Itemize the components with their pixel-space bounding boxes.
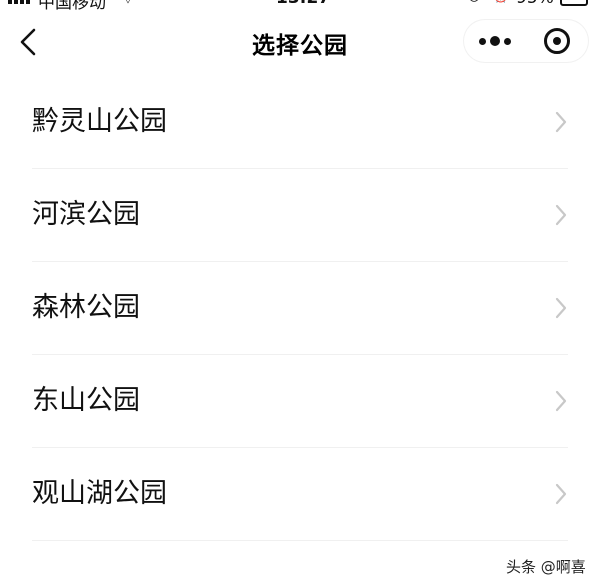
nav-bar: 选择公园 — [0, 8, 600, 74]
park-name: 东山公园 — [32, 385, 140, 416]
park-name: 黔灵山公园 — [32, 106, 167, 137]
chevron-right-icon — [555, 204, 567, 226]
park-name: 森林公园 — [32, 292, 140, 323]
park-list: 黔灵山公园 河滨公园 森林公园 东山公园 观山湖公园 — [32, 76, 568, 541]
rotation-lock-icon: ◎ — [468, 0, 480, 4]
more-button[interactable] — [464, 20, 526, 62]
battery-percent: 95% — [516, 0, 554, 8]
status-time: 13:27 — [276, 0, 330, 8]
signal-icon — [8, 0, 30, 4]
park-list-item[interactable]: 河滨公园 — [32, 169, 568, 262]
park-list-item[interactable]: 黔灵山公园 — [32, 76, 568, 169]
park-list-item[interactable]: 森林公园 — [32, 262, 568, 355]
park-list-item[interactable]: 观山湖公园 — [32, 448, 568, 541]
more-dots-icon — [479, 37, 486, 45]
status-bar: 中国移动 ⌔ 13:27 ◎ ⏰ 95% — [0, 0, 600, 13]
alarm-icon: ⏰ — [492, 0, 509, 4]
mini-program-capsule — [464, 20, 588, 62]
battery-icon — [560, 0, 588, 6]
park-list-item[interactable]: 东山公园 — [32, 355, 568, 448]
park-name: 河滨公园 — [32, 199, 140, 230]
chevron-right-icon — [555, 111, 567, 133]
chevron-right-icon — [555, 297, 567, 319]
park-name: 观山湖公园 — [32, 478, 167, 509]
close-mini-program-button[interactable] — [526, 20, 588, 62]
watermark: 头条 @啊喜 — [506, 558, 586, 576]
target-close-icon — [544, 28, 570, 54]
chevron-right-icon — [555, 483, 567, 505]
chevron-right-icon — [555, 390, 567, 412]
